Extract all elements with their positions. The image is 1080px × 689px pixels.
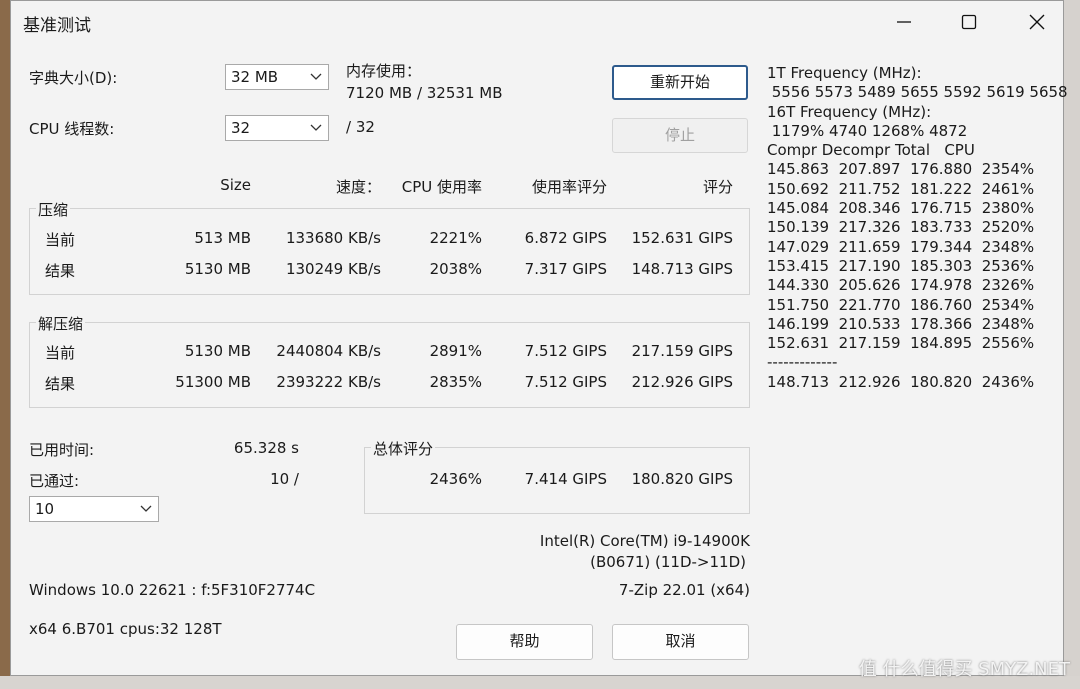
decompress-result-speed: 2393222 KB/s: [276, 373, 381, 391]
log-line: Compr Decompr Total CPU: [767, 141, 975, 160]
threads-max: / 32: [346, 118, 375, 136]
header-cpu-usage: CPU 使用率: [401, 178, 482, 196]
log-line: 1179% 4740 1268% 4872: [767, 121, 968, 140]
compress-current-usage: 6.872 GIPS: [524, 229, 607, 247]
maximize-icon: [961, 14, 977, 30]
window-title: 基准测试: [23, 16, 91, 36]
decompress-result-size: 51300 MB: [175, 373, 251, 391]
chevron-down-icon: [140, 505, 152, 512]
chevron-down-icon: [310, 73, 322, 80]
benchmark-log: 1T Frequency (MHz): 5556 5573 5489 5655 …: [767, 64, 1068, 392]
total-rating: 180.820 GIPS: [631, 470, 733, 488]
compress-current-cpu: 2221%: [429, 229, 482, 247]
decompress-result-rating: 212.926 GIPS: [631, 373, 733, 391]
log-line: 146.199 210.533 178.366 2348%: [767, 314, 1035, 333]
threads-select[interactable]: 32: [225, 115, 329, 141]
compress-result-size: 5130 MB: [184, 260, 251, 278]
arch-info: x64 6.B701 cpus:32 128T: [29, 620, 222, 638]
decompress-result-label: 结果: [45, 375, 76, 393]
log-line: 144.330 205.626 174.978 2326%: [767, 276, 1035, 295]
compress-result-cpu: 2038%: [429, 260, 482, 278]
decompress-result-cpu: 2835%: [429, 373, 482, 391]
compress-current-speed: 133680 KB/s: [285, 229, 381, 247]
threads-label: CPU 线程数:: [29, 120, 115, 138]
log-line: 152.631 217.159 184.895 2556%: [767, 334, 1035, 353]
dict-size-label: 字典大小(D):: [29, 69, 118, 87]
restart-button[interactable]: 重新开始: [612, 65, 748, 100]
header-usage-rating: 使用率评分: [531, 178, 607, 196]
elapsed-value: 65.328 s: [233, 439, 299, 457]
total-rating-title: 总体评分: [371, 438, 436, 459]
watermark: 值 什么值得买 SMYZ.NET: [858, 659, 1070, 680]
close-button[interactable]: [1014, 1, 1060, 43]
os-info: Windows 10.0 22621 : f:5F310F2774C: [29, 581, 316, 599]
minimize-icon: [897, 21, 911, 23]
log-line: 145.084 208.346 176.715 2380%: [767, 199, 1035, 218]
passes-select[interactable]: 10: [29, 496, 159, 522]
passes-value: 10: [35, 500, 55, 518]
total-cpu: 2436%: [429, 470, 482, 488]
log-line: 16T Frequency (MHz):: [767, 102, 932, 121]
cpu-stepping: (B0671) (11D->11D): [590, 553, 746, 571]
log-line: 153.415 217.190 185.303 2536%: [767, 256, 1035, 275]
decompress-group-title: 解压缩: [36, 313, 86, 334]
decompress-current-speed: 2440804 KB/s: [276, 342, 381, 360]
log-line: -------------: [767, 353, 838, 372]
compress-group-title: 压缩: [36, 199, 71, 220]
compress-result-usage: 7.317 GIPS: [524, 260, 607, 278]
decompress-current-cpu: 2891%: [429, 342, 482, 360]
log-line: 148.713 212.926 180.820 2436%: [767, 372, 1035, 391]
memory-usage-value: 7120 MB / 32531 MB: [346, 84, 503, 102]
benchmark-window: 基准测试 字典大小(D): 32 MB CPU 线程数: 32 / 32 内存使…: [10, 0, 1068, 676]
passed-value: 10 /: [270, 470, 299, 488]
compress-result-rating: 148.713 GIPS: [631, 260, 733, 278]
header-speed: 速度：: [335, 178, 381, 196]
maximize-button[interactable]: [946, 1, 992, 43]
memory-usage-label: 内存使用：: [346, 62, 422, 80]
log-line: 151.750 221.770 186.760 2534%: [767, 295, 1035, 314]
header-size: Size: [220, 176, 251, 194]
compress-group: [29, 208, 750, 295]
dict-size-select[interactable]: 32 MB: [225, 64, 329, 90]
chevron-down-icon: [310, 124, 322, 131]
dict-size-value: 32 MB: [231, 68, 279, 86]
decompress-current-rating: 217.159 GIPS: [631, 342, 733, 360]
decompress-group: [29, 322, 750, 408]
compress-current-rating: 152.631 GIPS: [631, 229, 733, 247]
cpu-model: Intel(R) Core(TM) i9-14900K: [539, 532, 750, 550]
decompress-current-usage: 7.512 GIPS: [524, 342, 607, 360]
log-line: 150.692 211.752 181.222 2461%: [767, 179, 1035, 198]
decompress-result-usage: 7.512 GIPS: [524, 373, 607, 391]
threads-value: 32: [231, 119, 251, 137]
compress-result-label: 结果: [45, 262, 76, 280]
decompress-current-label: 当前: [45, 344, 76, 362]
log-line: 1T Frequency (MHz):: [767, 64, 922, 82]
minimize-button[interactable]: [881, 1, 927, 43]
log-line: 147.029 211.659 179.344 2348%: [767, 237, 1035, 256]
log-line: 150.139 217.326 183.733 2520%: [767, 218, 1035, 237]
stop-button[interactable]: 停止: [612, 118, 748, 153]
compress-current-size: 513 MB: [194, 229, 251, 247]
help-button[interactable]: 帮助: [456, 624, 593, 660]
app-version: 7-Zip 22.01 (x64): [618, 581, 750, 599]
decompress-current-size: 5130 MB: [184, 342, 251, 360]
compress-current-label: 当前: [45, 231, 76, 249]
close-icon: [1029, 14, 1045, 30]
passed-label: 已通过:: [29, 472, 80, 490]
elapsed-label: 已用时间:: [29, 441, 95, 459]
total-usage: 7.414 GIPS: [524, 470, 607, 488]
log-line: 145.863 207.897 176.880 2354%: [767, 160, 1035, 179]
log-line: 5556 5573 5489 5655 5592 5619 5658: [767, 83, 1068, 102]
compress-result-speed: 130249 KB/s: [285, 260, 381, 278]
header-rating: 评分: [702, 178, 733, 196]
cancel-button[interactable]: 取消: [612, 624, 749, 660]
